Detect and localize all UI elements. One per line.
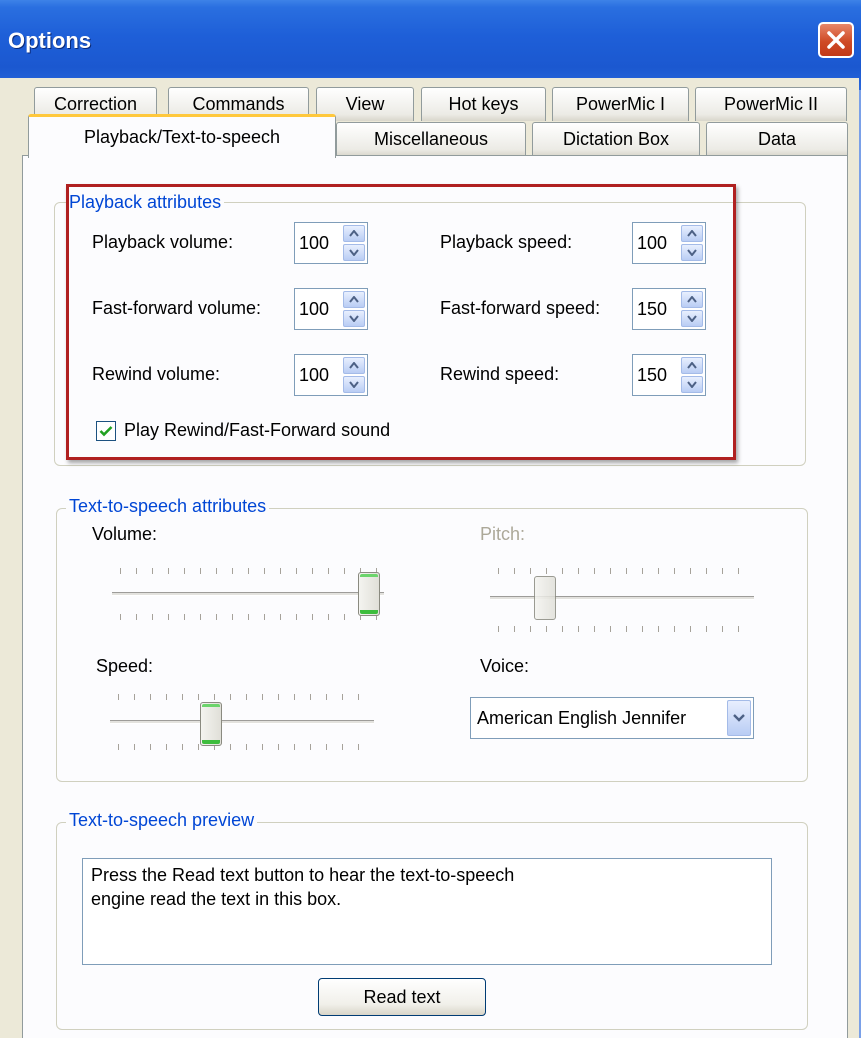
tab-hot-keys[interactable]: Hot keys [421, 87, 546, 121]
read-text-button[interactable]: Read text [318, 978, 486, 1016]
slider-ticks-top [498, 568, 748, 576]
tab-label: PowerMic II [723, 94, 819, 114]
tts-preview-title: Text-to-speech preview [66, 810, 258, 831]
tab-data[interactable]: Data [706, 122, 848, 156]
slider-track [110, 720, 374, 724]
window-title: Options [8, 28, 92, 53]
tab-playback-text-to-speech[interactable]: Playback/Text-to-speech [28, 114, 336, 158]
tts-voice-label: Voice: [480, 656, 530, 676]
preview-text-line: engine read the text in this box. [91, 889, 342, 909]
tab-dictation-box[interactable]: Dictation Box [532, 122, 700, 156]
title-bar[interactable]: Options [0, 0, 861, 90]
slider-ticks-top [118, 694, 368, 702]
highlight-frame [66, 184, 736, 460]
tab-label: Dictation Box [562, 129, 670, 149]
preview-text-box[interactable]: Press the Read text button to hear the t… [82, 858, 772, 965]
read-text-label: Read text [363, 986, 441, 1007]
tab-label: Playback/Text-to-speech [83, 127, 281, 147]
tts-attributes-title: Text-to-speech attributes [66, 496, 270, 517]
slider-ticks-bottom [120, 614, 377, 622]
tab-label: View [345, 94, 385, 114]
tab-miscellaneous[interactable]: Miscellaneous [336, 122, 526, 156]
slider-thumb[interactable] [358, 572, 380, 616]
slider-track [112, 592, 384, 596]
tab-label: Correction [53, 94, 138, 114]
tab-powermic-ii[interactable]: PowerMic II [695, 87, 847, 121]
tab-label: Hot keys [448, 94, 519, 114]
tts-attributes-group [56, 508, 808, 782]
dropdown-button[interactable] [727, 700, 751, 736]
close-icon [827, 31, 845, 49]
close-button[interactable] [818, 22, 854, 58]
tts-speed-label: Speed: [96, 656, 154, 676]
tts-pitch-label: Pitch: [480, 524, 526, 544]
voice-dropdown-value: American English Jennifer [477, 708, 687, 728]
slider-ticks-bottom [498, 626, 748, 634]
voice-dropdown[interactable]: American English Jennifer [470, 697, 754, 739]
tab-label: PowerMic I [575, 94, 665, 114]
slider-track [490, 596, 754, 600]
preview-text-line: Press the Read text button to hear the t… [91, 865, 515, 885]
tab-label: Commands [192, 94, 285, 114]
slider-thumb[interactable] [200, 702, 222, 746]
tab-powermic-i[interactable]: PowerMic I [552, 87, 689, 121]
chevron-down-icon [733, 714, 745, 722]
slider-thumb [534, 576, 556, 620]
slider-ticks-bottom [118, 744, 368, 752]
tab-label: Miscellaneous [373, 129, 489, 149]
options-dialog: Options Correction Commands View Hot key… [0, 0, 861, 1038]
tab-label: Data [757, 129, 797, 149]
slider-ticks-top [120, 568, 377, 576]
tts-volume-label: Volume: [92, 524, 158, 544]
